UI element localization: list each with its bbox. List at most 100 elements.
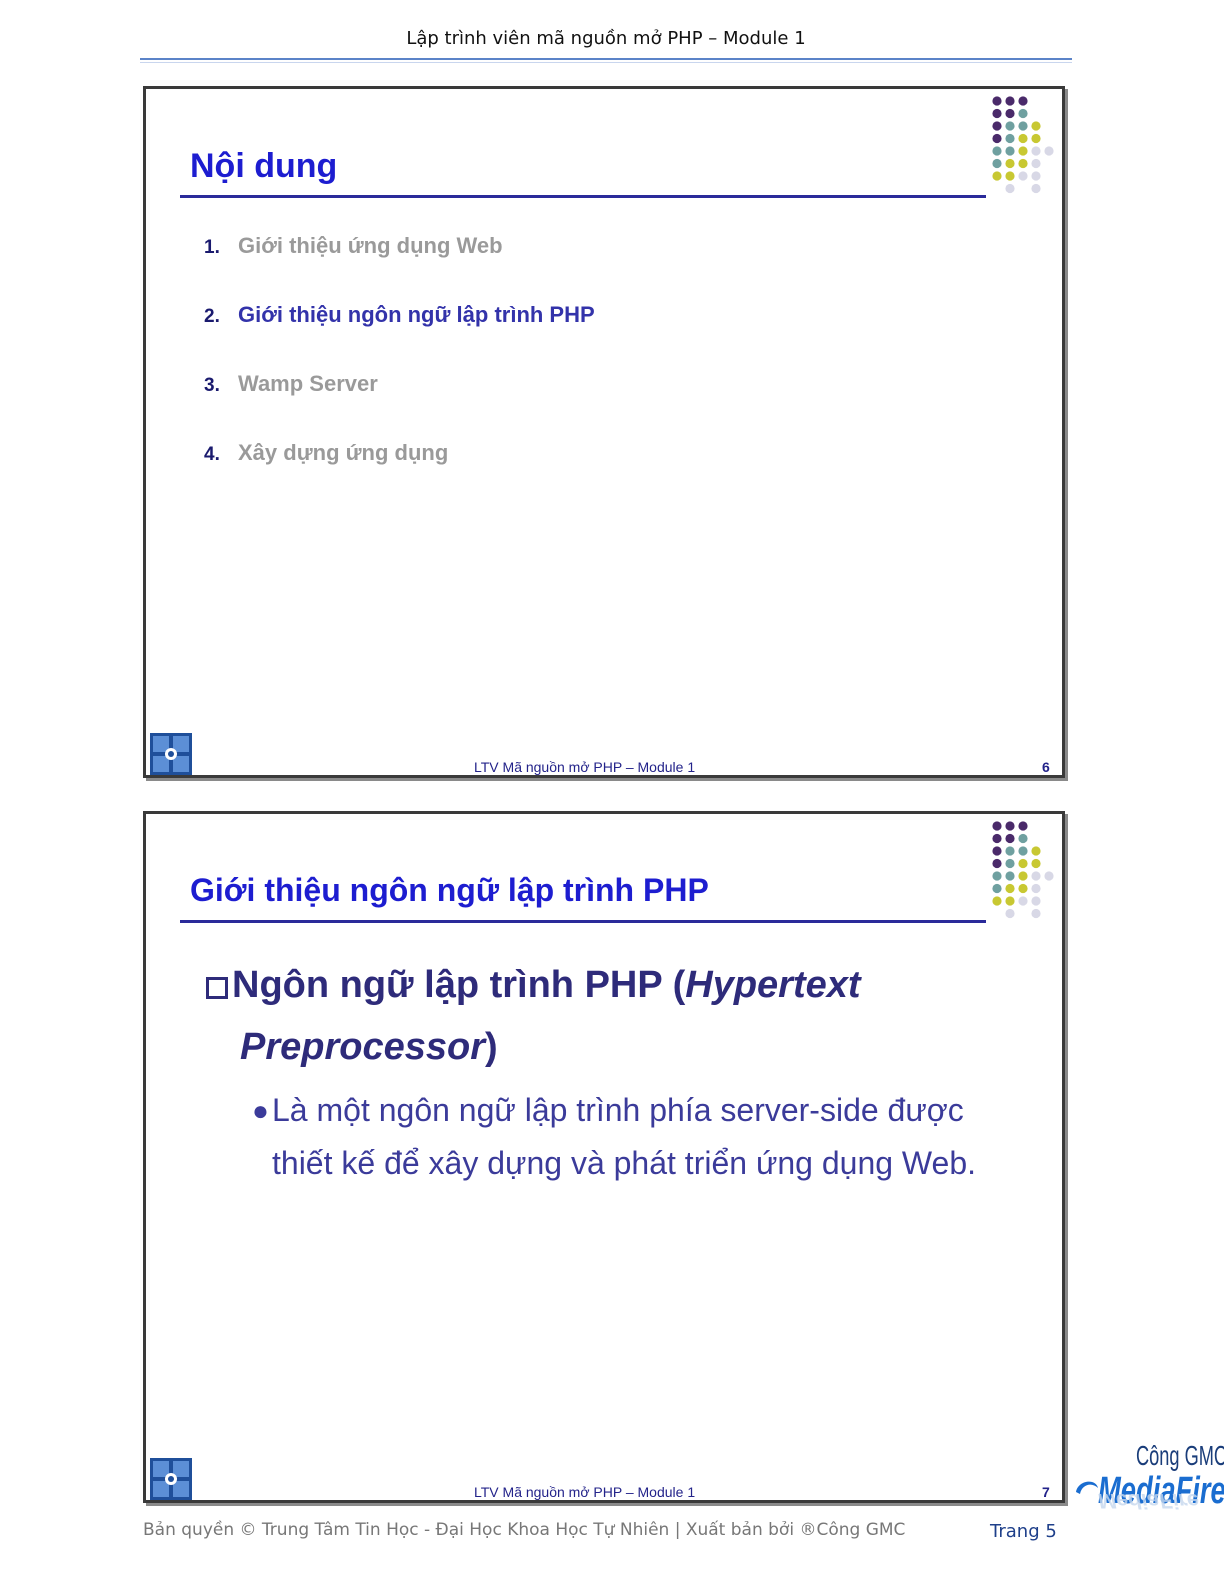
decoration-dot [992,858,1002,869]
decoration-dot [1005,883,1015,894]
badge-top-text: Công GMC [1136,1440,1224,1471]
decoration-dot [1005,121,1015,131]
decoration-dot [1005,908,1015,919]
decoration-dot [1044,146,1054,156]
running-header: Lập trình viên mã nguồn mở PHP – Module … [406,28,806,49]
decoration-dot [992,821,1002,831]
slide-title: Giới thiệu ngôn ngữ lập trình PHP [190,872,709,908]
decoration-dot [1005,108,1015,119]
toc-number: 3. [204,375,220,396]
decoration-dot [1031,183,1041,194]
decoration-dot [1005,158,1015,169]
decoration-dot [1018,146,1028,156]
slide-footer: LTV Mã nguồn mở PHP – Module 1 [474,759,696,775]
decoration-dot [992,108,1002,119]
title-rule [180,195,986,198]
decoration-dot [992,133,1002,144]
title-rule [180,920,986,923]
decoration-dot [1018,108,1028,119]
decoration-dot [1005,821,1015,831]
header-rule [140,58,1072,60]
bullet-main-text-d: ) [485,1026,498,1068]
toc-item-1: 1. Giới thiệu ứng dụng Web [204,233,503,259]
copyright-footer: Bản quyền © Trung Tâm Tin Học - Đại Học … [143,1520,906,1540]
decoration-dot [1031,121,1041,131]
decoration-dot [992,96,1002,106]
slide-number: 7 [1042,1484,1050,1500]
toc-label: Giới thiệu ngôn ngữ lập trình PHP [238,302,595,327]
decoration-dot [1031,171,1041,181]
decoration-dot [1005,833,1015,844]
bullet-main-text-c: Preprocessor [240,1026,486,1068]
decoration-dot [1018,133,1028,144]
bullet-sub: ●Là một ngôn ngữ lập trình phía server-s… [252,1084,992,1190]
toc-item-4: 4. Xây dựng ứng dụng [204,440,448,466]
decoration-dot [1018,846,1028,856]
decoration-dot [1031,158,1041,169]
decoration-dot [1031,883,1041,894]
decoration-dot [1005,846,1015,856]
bullet-main: Ngôn ngữ lập trình PHP (Hypertext Prepro… [206,954,966,1078]
slide-footer: LTV Mã nguồn mở PHP – Module 1 [474,1484,696,1500]
decoration-dot [1005,146,1015,156]
decoration-dot [1018,121,1028,131]
header-rule-thin [140,62,1072,63]
ttth-logo-icon [150,733,192,775]
square-bullet-icon [206,977,228,999]
dot-grid-decoration [992,821,1054,919]
decoration-dot [1031,146,1041,156]
ttth-logo-icon [150,1458,192,1500]
toc-label: Giới thiệu ứng dụng Web [238,233,503,258]
bullet-main-text-a: Ngôn ngữ lập trình PHP ( [232,964,686,1006]
slide-php-intro: Giới thiệu ngôn ngữ lập trình PHP Ngôn n… [143,811,1065,1503]
decoration-dot [1005,858,1015,869]
round-bullet-icon: ● [252,1095,269,1126]
decoration-dot [992,158,1002,169]
dot-grid-decoration [992,96,1054,194]
decoration-dot [1018,96,1028,106]
decoration-dot [992,846,1002,856]
decoration-dot [1018,871,1028,881]
decoration-dot [1031,896,1041,906]
decoration-dot [992,833,1002,844]
decoration-dot [992,121,1002,131]
decoration-dot [1031,858,1041,869]
page-number: Trang 5 [990,1521,1057,1542]
toc-item-3: 3. Wamp Server [204,371,378,397]
decoration-dot [1031,133,1041,144]
toc-label: Wamp Server [238,371,378,396]
mediafire-badge: Công GMC MediaFire MediaFire [1072,1440,1224,1544]
decoration-dot [1031,871,1041,881]
toc-number: 2. [204,306,220,327]
toc-label: Xây dựng ứng dụng [238,440,449,465]
badge-reflection-text: MediaFire [1098,1488,1199,1512]
decoration-dot [1018,158,1028,169]
decoration-dot [1005,871,1015,881]
toc-number: 4. [204,444,220,465]
decoration-dot [1005,171,1015,181]
decoration-dot [1005,896,1015,906]
decoration-dot [1044,871,1054,881]
decoration-dot [1018,821,1028,831]
decoration-dot [1031,908,1041,919]
decoration-dot [992,896,1002,906]
decoration-dot [1005,96,1015,106]
bullet-main-text-b: Hypertext [685,964,861,1006]
decoration-dot [992,146,1002,156]
slide-number: 6 [1042,759,1050,775]
decoration-dot [1018,896,1028,906]
decoration-dot [1031,846,1041,856]
decoration-dot [1018,883,1028,894]
decoration-dot [992,171,1002,181]
decoration-dot [1005,183,1015,194]
decoration-dot [1018,171,1028,181]
bullet-sub-text: Là một ngôn ngữ lập trình phía server-si… [272,1092,977,1181]
slide-toc: Nội dung 1. Giới thiệu ứng dụng Web 2. Giớ… [143,86,1065,778]
decoration-dot [1018,858,1028,869]
decoration-dot [992,883,1002,894]
slide-title: Nội dung [190,147,338,185]
decoration-dot [1005,133,1015,144]
decoration-dot [992,871,1002,881]
toc-item-2: 2. Giới thiệu ngôn ngữ lập trình PHP [204,302,595,328]
decoration-dot [1018,833,1028,844]
